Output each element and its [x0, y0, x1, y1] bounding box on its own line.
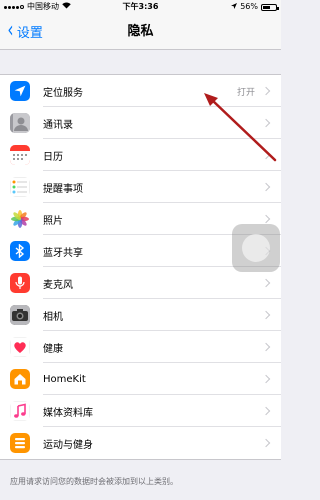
chevron-right-icon [261, 438, 271, 448]
row-label: 通讯录 [43, 119, 73, 131]
microphone-icon [10, 273, 30, 293]
row-label: 日历 [43, 151, 63, 163]
chevron-right-icon [261, 406, 271, 416]
privacy-row[interactable]: 通讯录 [0, 107, 281, 139]
chevron-right-icon [261, 278, 271, 288]
location-arrow-icon [10, 81, 30, 101]
privacy-row[interactable]: 运动与健身 [0, 427, 281, 459]
privacy-row[interactable]: 相机 [0, 299, 281, 331]
health-heart-icon [10, 337, 30, 357]
row-label: HomeKit [43, 373, 86, 385]
music-note-icon [10, 401, 30, 421]
privacy-row[interactable]: 健康 [0, 331, 281, 363]
chevron-right-icon [261, 214, 271, 224]
page-title: 隐私 [127, 24, 154, 39]
privacy-row[interactable]: 麦克风 [0, 267, 281, 299]
battery-percent: 56% [240, 2, 258, 11]
status-bar: 中国移动 下午3:36 56% [0, 0, 281, 14]
privacy-row[interactable]: 日历 [0, 139, 281, 171]
row-label: 提醒事项 [43, 183, 83, 195]
chevron-right-icon [261, 182, 271, 192]
navigation-bar: ‹ 设置 隐私 [0, 14, 281, 50]
privacy-row[interactable]: 媒体资料库 [0, 395, 281, 427]
row-label: 相机 [43, 311, 63, 323]
chevron-right-icon [261, 342, 271, 352]
chevron-right-icon [261, 118, 271, 128]
assistive-touch-button[interactable] [232, 224, 280, 272]
row-label: 定位服务 [43, 87, 83, 99]
chevron-right-icon [261, 374, 271, 384]
homekit-icon [10, 369, 30, 389]
privacy-row[interactable]: 提醒事项 [0, 171, 281, 203]
chevron-right-icon [261, 86, 271, 96]
row-label: 照片 [43, 215, 63, 227]
row-label: 蓝牙共享 [43, 247, 83, 259]
camera-icon [10, 305, 30, 325]
battery-level [263, 5, 270, 9]
row-label: 运动与健身 [43, 439, 93, 451]
privacy-row[interactable]: 定位服务 打开 [0, 75, 281, 107]
chevron-right-icon [261, 150, 271, 160]
bluetooth-icon [10, 241, 30, 261]
battery-icon [261, 3, 279, 11]
row-value: 打开 [236, 87, 255, 98]
contacts-icon [10, 113, 30, 133]
photos-icon [10, 209, 30, 229]
row-label: 麦克风 [43, 279, 73, 291]
row-label: 健康 [43, 343, 63, 355]
privacy-row[interactable]: HomeKit [0, 363, 281, 395]
calendar-icon [10, 145, 30, 165]
chevron-right-icon [261, 310, 271, 320]
location-status-icon [231, 0, 238, 14]
footer-note: 应用请求访问您的数据时会被添加到以上类别。 [10, 477, 178, 486]
reminders-icon [10, 177, 30, 197]
row-label: 媒体资料库 [43, 407, 93, 419]
motion-fitness-icon [10, 433, 30, 453]
status-right: 56% [231, 0, 279, 14]
